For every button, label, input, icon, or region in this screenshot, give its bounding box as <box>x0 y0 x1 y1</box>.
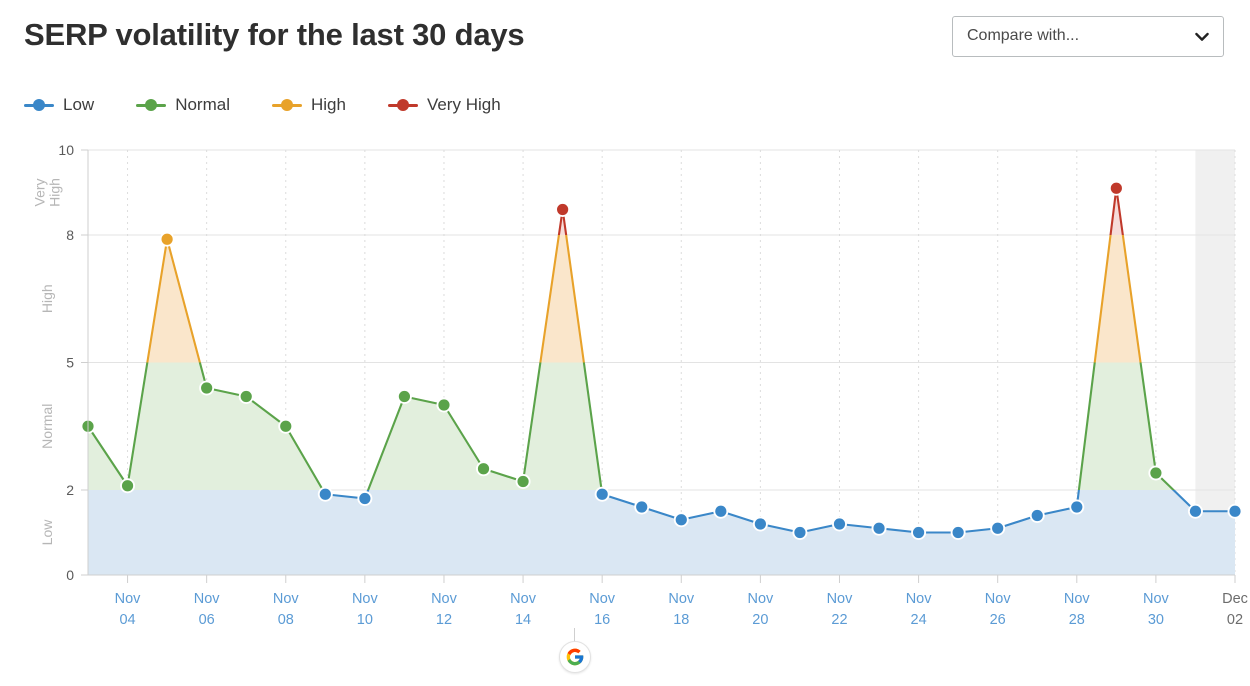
y-tick-label: 10 <box>58 142 74 158</box>
y-band-label: High <box>47 178 63 207</box>
volatility-chart: 0 2 5 8 10 Low Normal High Very High Nov 04 Nov 06 Nov… <box>0 132 1250 642</box>
legend-item-label: Low <box>63 95 95 114</box>
data-point[interactable] <box>161 233 173 245</box>
serp-volatility-panel: SERP volatility for the last 30 days Com… <box>0 0 1250 686</box>
legend-marker-icon <box>136 98 167 112</box>
legend-marker-icon <box>24 98 54 112</box>
legend-item-very-high[interactable]: Very High <box>387 95 501 115</box>
x-tick-label: Dec <box>1222 591 1248 607</box>
page-title: SERP volatility for the last 30 days <box>24 17 525 52</box>
data-point[interactable] <box>398 390 411 403</box>
data-point[interactable] <box>636 501 648 513</box>
legend-item-high[interactable]: High <box>271 95 346 115</box>
x-tick-label: Nov <box>115 591 142 607</box>
y-band-label: Very <box>32 178 48 206</box>
x-tick-label: Nov <box>510 591 537 607</box>
x-tick-label: 16 <box>594 612 610 628</box>
legend-item-low[interactable]: Low <box>24 95 94 115</box>
data-point[interactable] <box>873 522 885 534</box>
chart-legend: Low Normal High Very High <box>24 90 543 120</box>
x-tick-label: 14 <box>515 612 531 628</box>
data-point[interactable] <box>319 488 331 500</box>
legend-marker-icon <box>387 98 418 112</box>
y-tick-label: 2 <box>66 482 74 498</box>
x-tick-label: Nov <box>589 591 616 607</box>
data-point[interactable] <box>952 526 964 539</box>
legend-item-label: Normal <box>175 95 230 114</box>
data-point[interactable] <box>912 526 925 539</box>
x-tick-label: 08 <box>278 612 294 628</box>
y-band-label: High <box>39 284 55 313</box>
panel-header: SERP volatility for the last 30 days Com… <box>0 0 1250 78</box>
x-tick-label: Nov <box>1064 591 1091 607</box>
compare-with-dropdown[interactable]: Compare with... <box>952 16 1224 57</box>
data-point[interactable] <box>992 522 1004 534</box>
legend-item-normal[interactable]: Normal <box>136 95 230 115</box>
x-tick-label: Nov <box>194 591 221 607</box>
x-tick-label: 18 <box>673 612 689 628</box>
x-tick-label: Nov <box>906 591 933 607</box>
x-tick-label: Nov <box>1143 591 1170 607</box>
data-point[interactable] <box>240 390 252 403</box>
data-point[interactable] <box>477 463 490 475</box>
legend-marker-icon <box>271 98 302 112</box>
x-tick-label: 22 <box>831 612 847 628</box>
y-tick-label: 5 <box>66 355 74 371</box>
data-point[interactable] <box>754 518 766 530</box>
data-point[interactable] <box>1150 467 1162 479</box>
x-tick-label: Nov <box>747 591 774 607</box>
data-point[interactable] <box>1189 505 1202 517</box>
x-tick-label: Nov <box>352 591 379 607</box>
x-tick-label: Nov <box>668 591 695 607</box>
data-point[interactable] <box>794 526 806 539</box>
data-point[interactable] <box>596 488 608 500</box>
y-tick-label: 8 <box>66 227 74 243</box>
data-point[interactable] <box>833 518 846 530</box>
x-tick-label: Nov <box>827 591 854 607</box>
data-point[interactable] <box>1110 182 1122 194</box>
data-point[interactable] <box>1071 501 1083 513</box>
x-tick-label: 06 <box>199 612 215 628</box>
data-point[interactable] <box>438 399 450 411</box>
x-tick-label: 26 <box>990 612 1006 628</box>
google-badge-stem <box>574 628 575 642</box>
y-band-label: Low <box>39 519 55 546</box>
x-tick-label: 24 <box>911 612 927 628</box>
compare-with-label: Compare with... <box>967 27 1080 44</box>
legend-item-label: Very High <box>426 95 501 114</box>
y-tick-label: 0 <box>66 567 74 583</box>
y-band-label: Normal <box>39 404 55 449</box>
x-tick-label: 30 <box>1148 612 1164 628</box>
data-point[interactable] <box>280 420 292 432</box>
google-icon[interactable] <box>559 641 591 673</box>
data-point[interactable] <box>517 475 529 488</box>
x-tick-label: 12 <box>436 612 452 628</box>
data-point[interactable] <box>121 480 134 492</box>
data-point[interactable] <box>675 514 687 526</box>
legend-item-label: High <box>310 95 346 114</box>
data-point[interactable] <box>1031 509 1043 522</box>
x-tick-label: Nov <box>431 591 458 607</box>
x-tick-label: 02 <box>1227 612 1243 628</box>
volatility-chart-svg[interactable]: 025810LowNormalHighVery HighNov04Nov06Nov… <box>0 132 1250 642</box>
data-point[interactable] <box>715 505 727 517</box>
data-point[interactable] <box>1229 505 1241 517</box>
x-tick-label: Nov <box>273 591 300 607</box>
x-tick-label: 28 <box>1069 612 1085 628</box>
data-point[interactable] <box>359 492 371 505</box>
data-point[interactable] <box>557 203 569 216</box>
x-tick-label: 04 <box>119 612 135 628</box>
chevron-down-icon <box>1193 28 1211 46</box>
data-point[interactable] <box>201 382 213 394</box>
x-tick-label: 20 <box>752 612 768 628</box>
x-tick-label: 10 <box>357 612 373 628</box>
x-tick-label: Nov <box>985 591 1012 607</box>
